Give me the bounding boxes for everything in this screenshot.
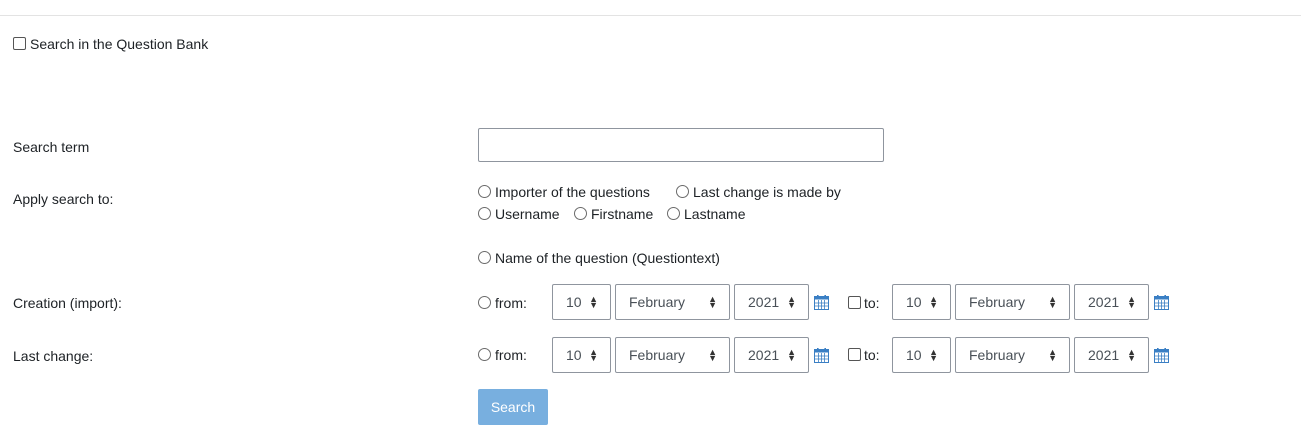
last-change-label: Last change: bbox=[13, 348, 94, 364]
radio-question-name-label: Name of the question (Questiontext) bbox=[495, 250, 720, 266]
last-change-to-month-select[interactable]: February ▲ ▼ bbox=[955, 337, 1070, 373]
creation-to-year-value: 2021 bbox=[1088, 294, 1120, 310]
sort-arrows-icon: ▲ ▼ bbox=[1127, 294, 1136, 310]
radio-importer[interactable] bbox=[478, 185, 491, 198]
creation-from-month-select[interactable]: February ▲ ▼ bbox=[615, 284, 730, 320]
last-change-to-day-value: 10 bbox=[906, 347, 922, 363]
last-change-to-year-value: 2021 bbox=[1088, 347, 1120, 363]
creation-from-month-value: February bbox=[629, 294, 686, 310]
creation-from-year-value: 2021 bbox=[748, 294, 780, 310]
last-change-to-year-select[interactable]: 2021 ▲ ▼ bbox=[1074, 337, 1149, 373]
search-term-label: Search term bbox=[13, 139, 90, 155]
last-change-from-day-select[interactable]: 10 ▲ ▼ bbox=[552, 337, 611, 373]
radio-username-label: Username bbox=[495, 206, 560, 222]
sort-arrows-icon: ▲ ▼ bbox=[1048, 347, 1057, 363]
last-change-from-label: from: bbox=[495, 347, 527, 363]
search-button[interactable]: Search bbox=[478, 389, 548, 425]
last-change-from-month-select[interactable]: February ▲ ▼ bbox=[615, 337, 730, 373]
radio-lastname[interactable] bbox=[667, 207, 680, 220]
radio-firstname[interactable] bbox=[574, 207, 587, 220]
last-change-from-year-select[interactable]: 2021 ▲ ▼ bbox=[734, 337, 809, 373]
radio-firstname-label: Firstname bbox=[591, 206, 654, 222]
calendar-icon[interactable] bbox=[814, 348, 829, 363]
creation-to-day-select[interactable]: 10 ▲ ▼ bbox=[892, 284, 951, 320]
radio-question-name[interactable] bbox=[478, 251, 491, 264]
sort-arrows-icon: ▲ ▼ bbox=[787, 294, 796, 310]
last-change-from-day-value: 10 bbox=[566, 347, 582, 363]
creation-from-day-value: 10 bbox=[566, 294, 582, 310]
creation-to-day-value: 10 bbox=[906, 294, 922, 310]
calendar-icon[interactable] bbox=[814, 295, 829, 310]
top-divider bbox=[0, 15, 1301, 16]
last-change-from-year-value: 2021 bbox=[748, 347, 780, 363]
radio-lastname-label: Lastname bbox=[684, 206, 746, 222]
calendar-icon[interactable] bbox=[1154, 295, 1169, 310]
sort-arrows-icon: ▲ ▼ bbox=[589, 294, 598, 310]
sort-arrows-icon: ▲ ▼ bbox=[929, 347, 938, 363]
creation-to-year-select[interactable]: 2021 ▲ ▼ bbox=[1074, 284, 1149, 320]
search-term-input[interactable] bbox=[478, 128, 884, 162]
creation-from-label: from: bbox=[495, 295, 527, 311]
creation-to-checkbox[interactable] bbox=[848, 296, 861, 309]
creation-label: Creation (import): bbox=[13, 295, 122, 311]
radio-last-change-by[interactable] bbox=[676, 185, 689, 198]
calendar-icon[interactable] bbox=[1154, 348, 1169, 363]
radio-importer-label: Importer of the questions bbox=[495, 184, 650, 200]
sort-arrows-icon: ▲ ▼ bbox=[1127, 347, 1136, 363]
search-question-bank-checkbox[interactable] bbox=[13, 37, 26, 50]
last-change-to-month-value: February bbox=[969, 347, 1026, 363]
sort-arrows-icon: ▲ ▼ bbox=[708, 294, 717, 310]
sort-arrows-icon: ▲ ▼ bbox=[708, 347, 717, 363]
radio-username[interactable] bbox=[478, 207, 491, 220]
sort-arrows-icon: ▲ ▼ bbox=[787, 347, 796, 363]
sort-arrows-icon: ▲ ▼ bbox=[589, 347, 598, 363]
last-change-to-checkbox[interactable] bbox=[848, 348, 861, 361]
last-change-from-radio[interactable] bbox=[478, 348, 491, 361]
creation-from-day-select[interactable]: 10 ▲ ▼ bbox=[552, 284, 611, 320]
sort-arrows-icon: ▲ ▼ bbox=[1048, 294, 1057, 310]
last-change-to-label: to: bbox=[864, 347, 880, 363]
radio-last-change-by-label: Last change is made by bbox=[693, 184, 841, 200]
creation-from-year-select[interactable]: 2021 ▲ ▼ bbox=[734, 284, 809, 320]
apply-search-label: Apply search to: bbox=[13, 191, 114, 207]
creation-to-month-value: February bbox=[969, 294, 1026, 310]
sort-arrows-icon: ▲ ▼ bbox=[929, 294, 938, 310]
last-change-to-day-select[interactable]: 10 ▲ ▼ bbox=[892, 337, 951, 373]
creation-to-month-select[interactable]: February ▲ ▼ bbox=[955, 284, 1070, 320]
search-question-bank-label: Search in the Question Bank bbox=[30, 36, 209, 52]
creation-to-label: to: bbox=[864, 295, 880, 311]
last-change-from-month-value: February bbox=[629, 347, 686, 363]
creation-from-radio[interactable] bbox=[478, 296, 491, 309]
